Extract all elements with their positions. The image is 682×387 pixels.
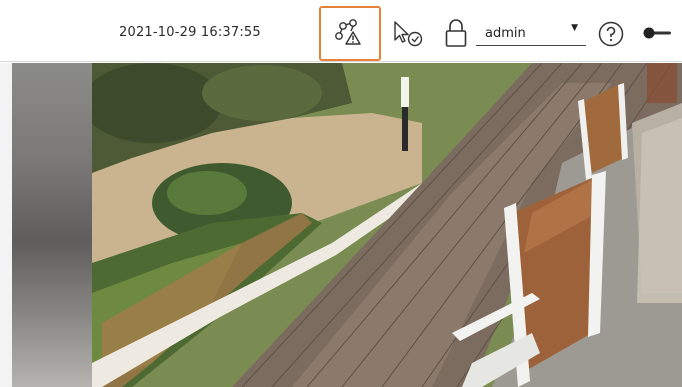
left-edge xyxy=(0,63,12,387)
caret-down-icon: ▼ xyxy=(571,23,578,33)
cursor-check-icon xyxy=(394,21,423,47)
help-button[interactable] xyxy=(598,21,624,47)
top-bar: 2021-10-29 16:37:55 admin ▼ xyxy=(0,0,682,62)
camera-thumbnail[interactable] xyxy=(12,63,92,387)
lock-icon xyxy=(445,19,467,47)
help-icon xyxy=(598,21,624,47)
user-select-value: admin xyxy=(485,26,526,41)
user-select[interactable]: admin ▼ xyxy=(476,18,586,46)
network-warning-icon xyxy=(335,18,361,45)
camera-live-image xyxy=(92,63,682,387)
toggle-icon xyxy=(643,27,671,39)
network-warning-button[interactable] xyxy=(319,6,381,61)
datetime-display: 2021-10-29 16:37:55 xyxy=(119,25,261,40)
camera-view[interactable] xyxy=(0,63,682,387)
toggle-switch[interactable] xyxy=(642,26,672,40)
lock-button[interactable] xyxy=(443,17,469,49)
event-check-button[interactable] xyxy=(389,18,427,50)
